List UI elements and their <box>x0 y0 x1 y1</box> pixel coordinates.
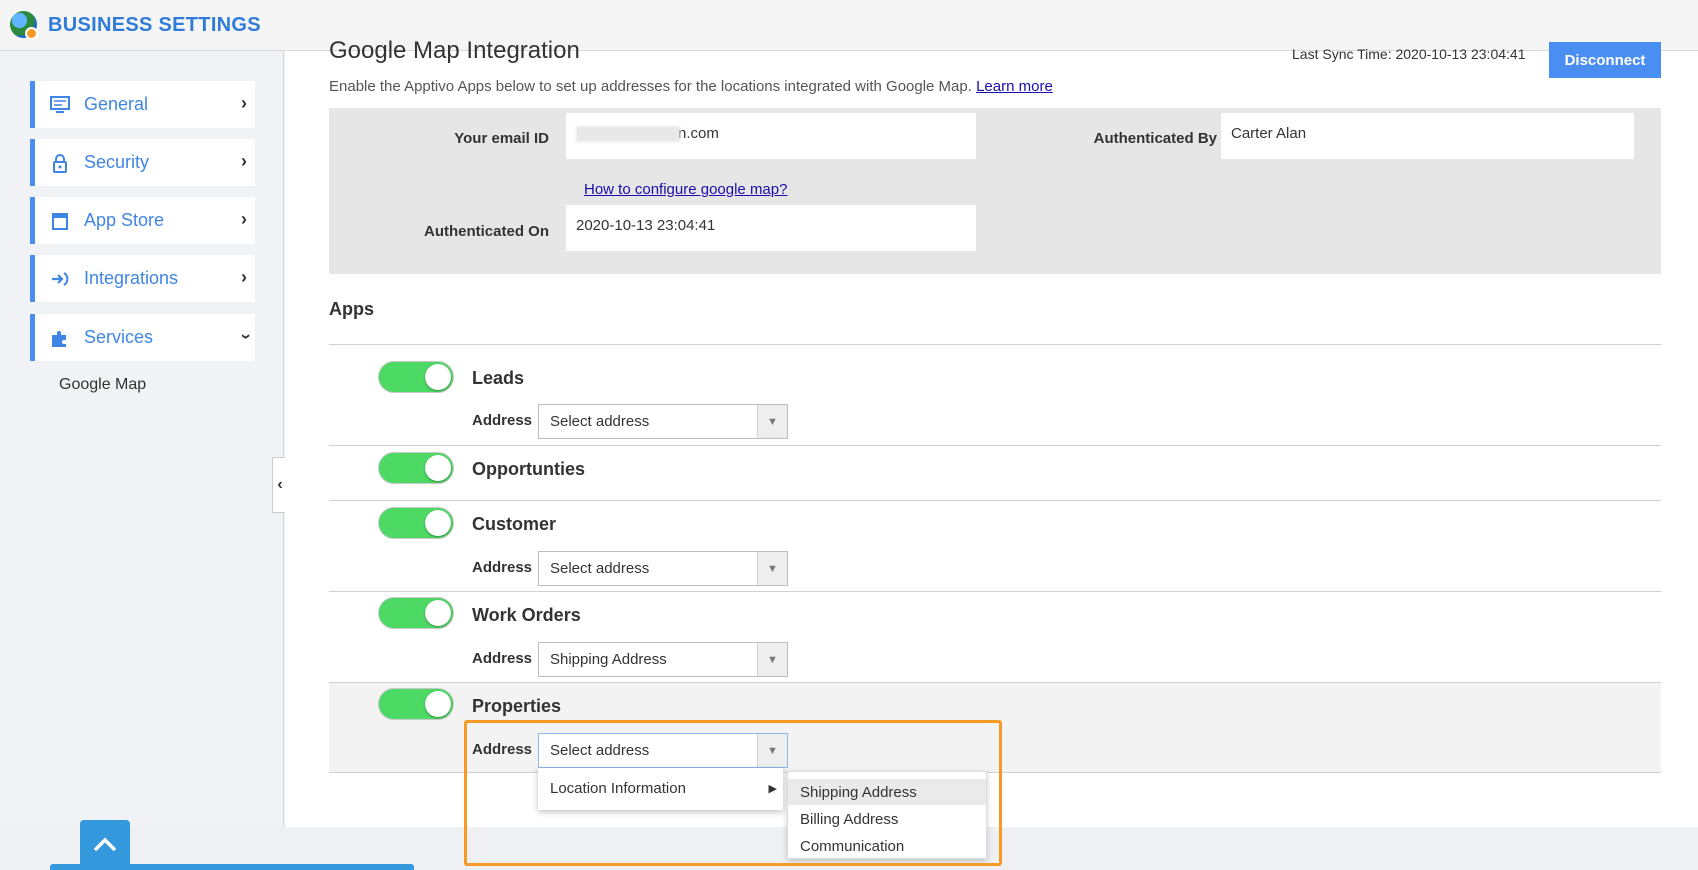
opportunities-toggle[interactable] <box>378 452 454 484</box>
divider <box>329 682 1661 683</box>
authenticated-by-label: Authenticated By <box>1093 130 1217 147</box>
leads-address-select[interactable]: Select address ▼ <box>538 404 788 439</box>
main-content: Google Map Integration Last Sync Time: 2… <box>285 37 1698 866</box>
address-label: Address <box>472 650 533 667</box>
sidebar-item-services[interactable]: Services › <box>30 314 257 361</box>
settings-badge-icon <box>25 27 38 40</box>
address-label: Address <box>472 559 533 576</box>
chevron-right-icon: › <box>241 267 247 287</box>
dropdown-arrow-icon: ▼ <box>757 552 787 585</box>
sidebar-item-label: General <box>84 94 149 114</box>
top-bar: BUSINESS SETTINGS <box>0 0 1698 51</box>
integrations-icon <box>49 268 71 290</box>
authentication-panel: Your email ID n.com How to configure goo… <box>329 108 1661 274</box>
customer-address-select[interactable]: Select address ▼ <box>538 551 788 586</box>
learn-more-link[interactable]: Learn more <box>976 78 1053 95</box>
app-title: BUSINESS SETTINGS <box>48 14 261 36</box>
puzzle-icon <box>49 327 71 349</box>
divider <box>329 591 1661 592</box>
app-name-properties: Properties <box>472 696 562 716</box>
sidebar-item-label: Security <box>84 152 150 172</box>
leads-toggle[interactable] <box>378 361 454 393</box>
description: Enable the Apptivo Apps below to set up … <box>329 78 1053 95</box>
description-text: Enable the Apptivo Apps below to set up … <box>329 78 972 95</box>
sidebar-subitem-google-map[interactable]: Google Map <box>59 376 146 394</box>
chevron-up-icon <box>93 837 117 852</box>
chevron-down-icon: › <box>236 333 257 340</box>
page-title: Google Map Integration <box>329 37 580 64</box>
app-name-opportunities: Opportunties <box>472 459 585 479</box>
sidebar-item-label: Services <box>84 327 154 347</box>
chevron-right-icon: › <box>241 93 247 113</box>
authenticated-by-field: Carter Alan <box>1221 113 1634 159</box>
dropdown-arrow-icon: ▼ <box>757 643 787 676</box>
address-label: Address <box>472 412 533 429</box>
email-field: n.com <box>566 113 976 159</box>
disconnect-button[interactable]: Disconnect <box>1549 42 1661 78</box>
last-sync-text: Last Sync Time: 2020-10-13 23:04:41 <box>1292 46 1526 62</box>
store-icon <box>49 210 71 232</box>
email-label: Your email ID <box>454 130 549 147</box>
lock-icon <box>49 152 71 174</box>
authenticated-on-field: 2020-10-13 23:04:41 <box>566 205 976 251</box>
chevron-right-icon: › <box>241 209 247 229</box>
app-name-work-orders: Work Orders <box>472 605 581 625</box>
dropdown-arrow-icon: ▼ <box>757 405 787 438</box>
work-orders-toggle[interactable] <box>378 597 454 629</box>
app-name-customer: Customer <box>472 514 557 534</box>
divider <box>329 500 1661 501</box>
properties-toggle[interactable] <box>378 688 454 720</box>
bottom-bar <box>50 864 414 870</box>
customer-toggle[interactable] <box>378 507 454 539</box>
chevron-right-icon: › <box>241 151 247 171</box>
sidebar-item-app-store[interactable]: App Store › <box>30 197 255 244</box>
scroll-to-top-button[interactable] <box>80 820 130 870</box>
sidebar-item-label: App Store <box>84 210 165 230</box>
sidebar-item-integrations[interactable]: Integrations › <box>30 255 255 302</box>
authenticated-on-label: Authenticated On <box>423 223 549 240</box>
highlight-annotation-box <box>464 720 1002 866</box>
monitor-icon <box>49 94 71 116</box>
sidebar-item-general[interactable]: General › <box>30 81 255 128</box>
app-name-leads: Leads <box>472 368 525 388</box>
sidebar-item-security[interactable]: Security › <box>30 139 255 186</box>
sidebar-item-label: Integrations <box>84 268 179 288</box>
divider <box>329 344 1661 345</box>
how-to-configure-link[interactable]: How to configure google map? <box>584 181 787 198</box>
divider <box>329 445 1661 446</box>
redacted-email <box>576 126 680 143</box>
apps-heading: Apps <box>329 299 374 319</box>
sidebar: General › Security › App Store › Integra… <box>0 51 284 827</box>
work-orders-address-select[interactable]: Shipping Address ▼ <box>538 642 788 677</box>
